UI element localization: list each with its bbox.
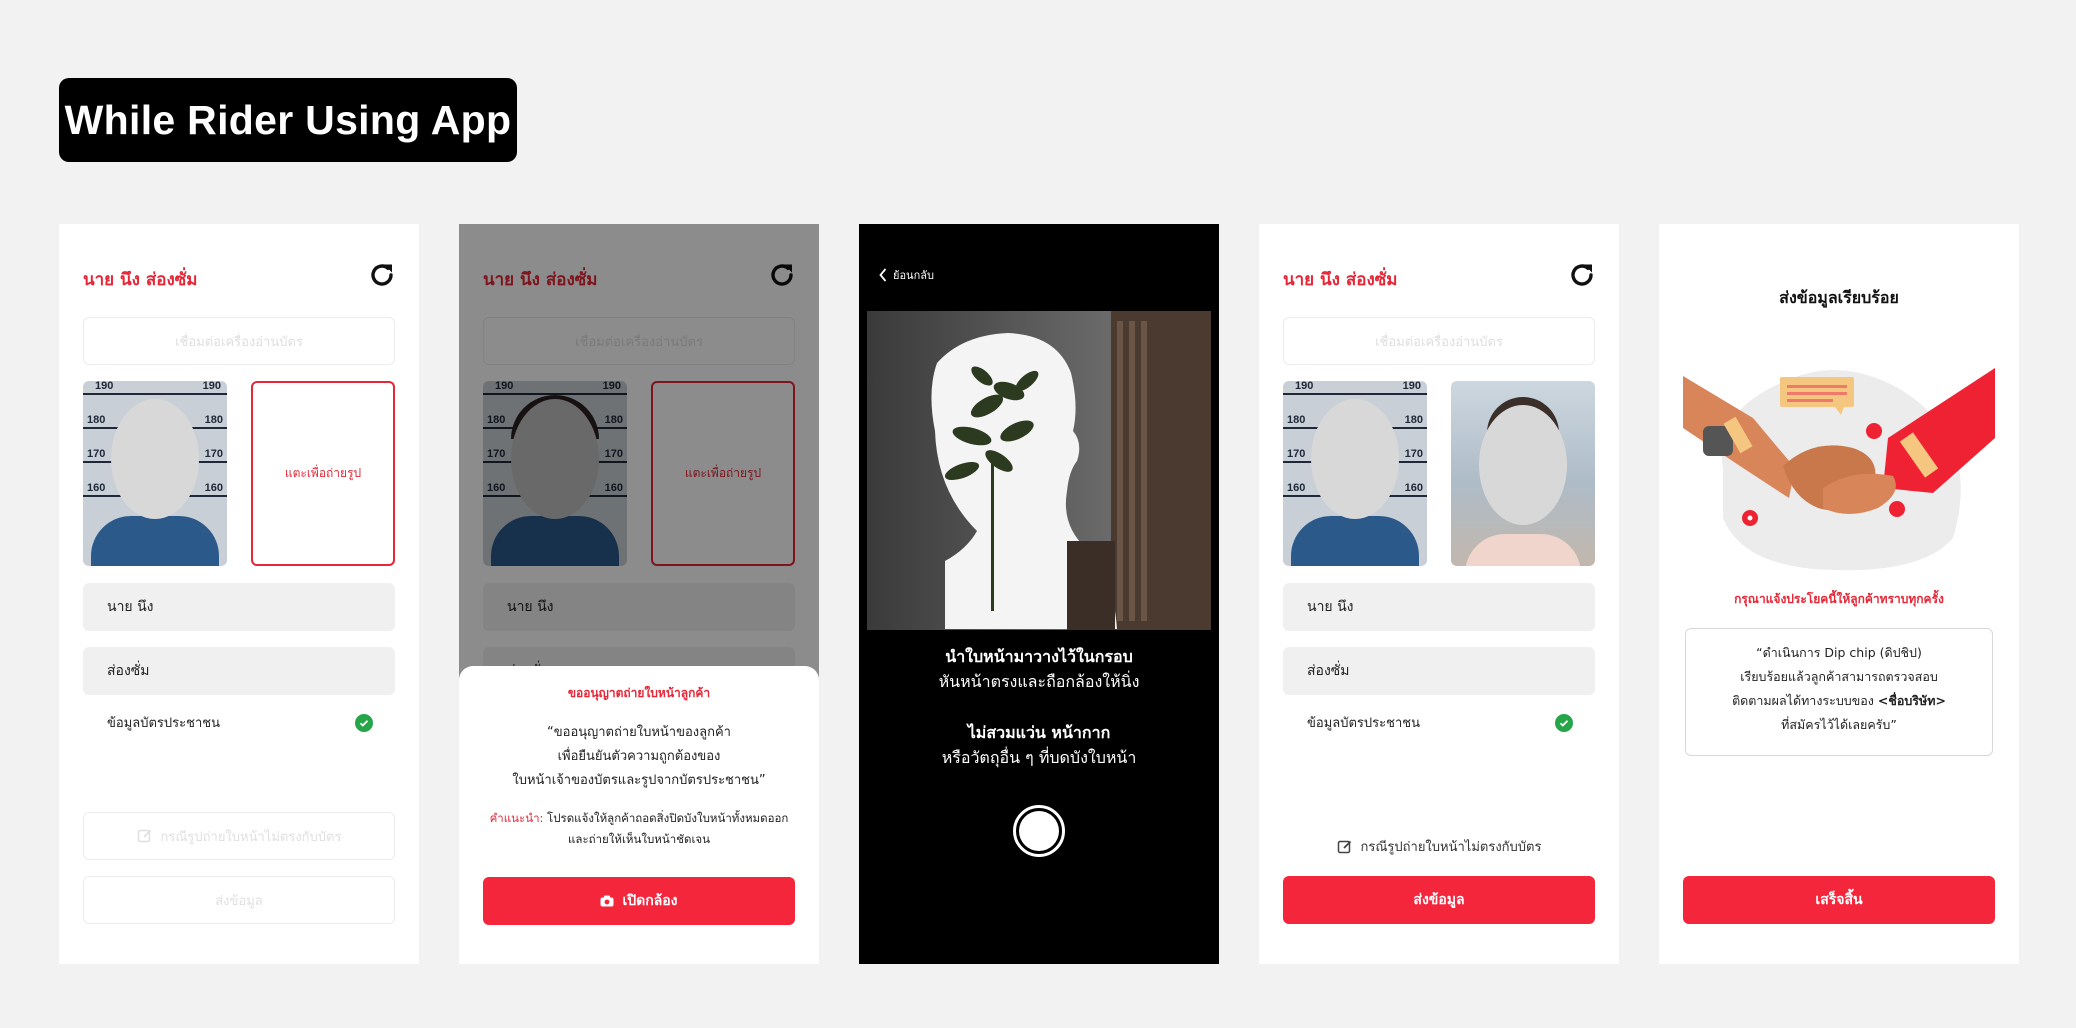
screen-review: นาย นึง ส่องซั่ม เชื่อมต่อเครื่องอ่านบัต… [1259, 224, 1619, 964]
customer-notice: กรุณาแจ้งประโยคนี้ให้ลูกค้าทราบทุกครั้ง [1734, 592, 1944, 606]
tap-to-take-photo[interactable]: แตะเพื่อถ่ายรูป [251, 381, 395, 566]
submit-button[interactable]: ส่งข้อมูล [1283, 876, 1595, 924]
consent-message: “ขออนุญาตถ่ายใบหน้าของลูกค้า เพื่อยืนยัน… [512, 725, 766, 788]
back-button[interactable]: ย้อนกลับ [879, 266, 934, 284]
refresh-icon[interactable] [1567, 260, 1597, 290]
check-icon [1555, 713, 1573, 732]
success-title: ส่งข้อมูลเรียบร้อย [1779, 288, 1899, 307]
connect-card-reader-button[interactable]: เชื่อมต่อเครื่องอ่านบัตร [1283, 317, 1595, 365]
id-card-info-row: ข้อมูลบัตรประชาชน [107, 712, 373, 733]
rider-name: นาย นึง ส่องซั่ม [83, 270, 198, 290]
customer-message-box: “ดำเนินการ Dip chip (ดิปชิป) เรียบร้อยแล… [1685, 628, 1993, 756]
edit-icon [137, 829, 151, 843]
id-card-photo: 190 190 180 180 170 170 160 160 [1283, 381, 1427, 566]
id-card-info-label: ข้อมูลบัตรประชาชน [1307, 716, 1420, 731]
handshake-illustration [1683, 368, 1995, 571]
camera-instruction-1: นำใบหน้ามาวางไว้ในกรอบ หันหน้าตรงและถือก… [938, 647, 1140, 691]
selfie-photo[interactable] [1451, 381, 1595, 566]
face-blur-oval [111, 399, 199, 519]
consent-bottom-sheet: ขออนุญาตถ่ายใบหน้าลูกค้า “ขออนุญาตถ่ายใบ… [459, 666, 819, 964]
consent-tip: คำแนะนำ: โปรดแจ้งให้ลูกค้าถอดสิ่งปิดบังใ… [489, 811, 789, 846]
refresh-icon[interactable] [367, 260, 397, 290]
camera-icon [600, 895, 614, 907]
screen-success: ส่งข้อมูลเรียบร้อย กรุณาแจ้งประโยคนี้ให้… [1659, 224, 2019, 964]
check-icon [355, 713, 373, 732]
camera-viewfinder [867, 311, 1211, 630]
page-title: While Rider Using App [59, 78, 517, 162]
face-mismatch-link[interactable]: กรณีรูปถ่ายใบหน้าไม่ตรงกับบัตร [1283, 836, 1595, 857]
id-card-photo: 190 190 180 180 170 170 160 160 [83, 381, 227, 566]
screen-camera: ย้อนกลับ นำใบหน้ามาวางไว้ในกรอบ หันหน้าต… [859, 224, 1219, 964]
first-name-field: นาย นึง [83, 583, 395, 631]
id-card-info-row: ข้อมูลบัตรประชาชน [1307, 712, 1573, 733]
camera-instruction-2: ไม่สวมแว่น หน้ากาก หรือวัตถุอื่น ๆ ที่บด… [941, 723, 1137, 767]
rider-name: นาย นึง ส่องซั่ม [1283, 270, 1398, 290]
last-name-field: ส่องซั่ม [83, 647, 395, 695]
submit-button-disabled: ส่งข้อมูล [83, 876, 395, 924]
first-name-field: นาย นึง [1283, 583, 1595, 631]
face-mismatch-button: กรณีรูปถ่ายใบหน้าไม่ตรงกับบัตร [83, 812, 395, 860]
face-blur-oval [1311, 399, 1399, 519]
last-name-field: ส่องซั่ม [1283, 647, 1595, 695]
finish-button[interactable]: เสร็จสิ้น [1683, 876, 1995, 924]
connect-card-reader-button[interactable]: เชื่อมต่อเครื่องอ่านบัตร [83, 317, 395, 365]
screen-take-photo: นาย นึง ส่องซั่ม เชื่อมต่อเครื่องอ่านบัต… [59, 224, 419, 964]
shutter-button[interactable] [1013, 805, 1065, 857]
open-camera-button[interactable]: เปิดกล้อง [483, 877, 795, 925]
edit-icon [1337, 840, 1351, 853]
consent-title: ขออนุญาตถ่ายใบหน้าลูกค้า [567, 686, 711, 700]
id-card-info-label: ข้อมูลบัตรประชาชน [107, 716, 220, 731]
chevron-left-icon [879, 268, 887, 282]
screen-consent: นาย นึง ส่องซั่ม เชื่อมต่อเครื่องอ่านบัต… [459, 224, 819, 964]
face-blur-oval [1479, 405, 1567, 525]
